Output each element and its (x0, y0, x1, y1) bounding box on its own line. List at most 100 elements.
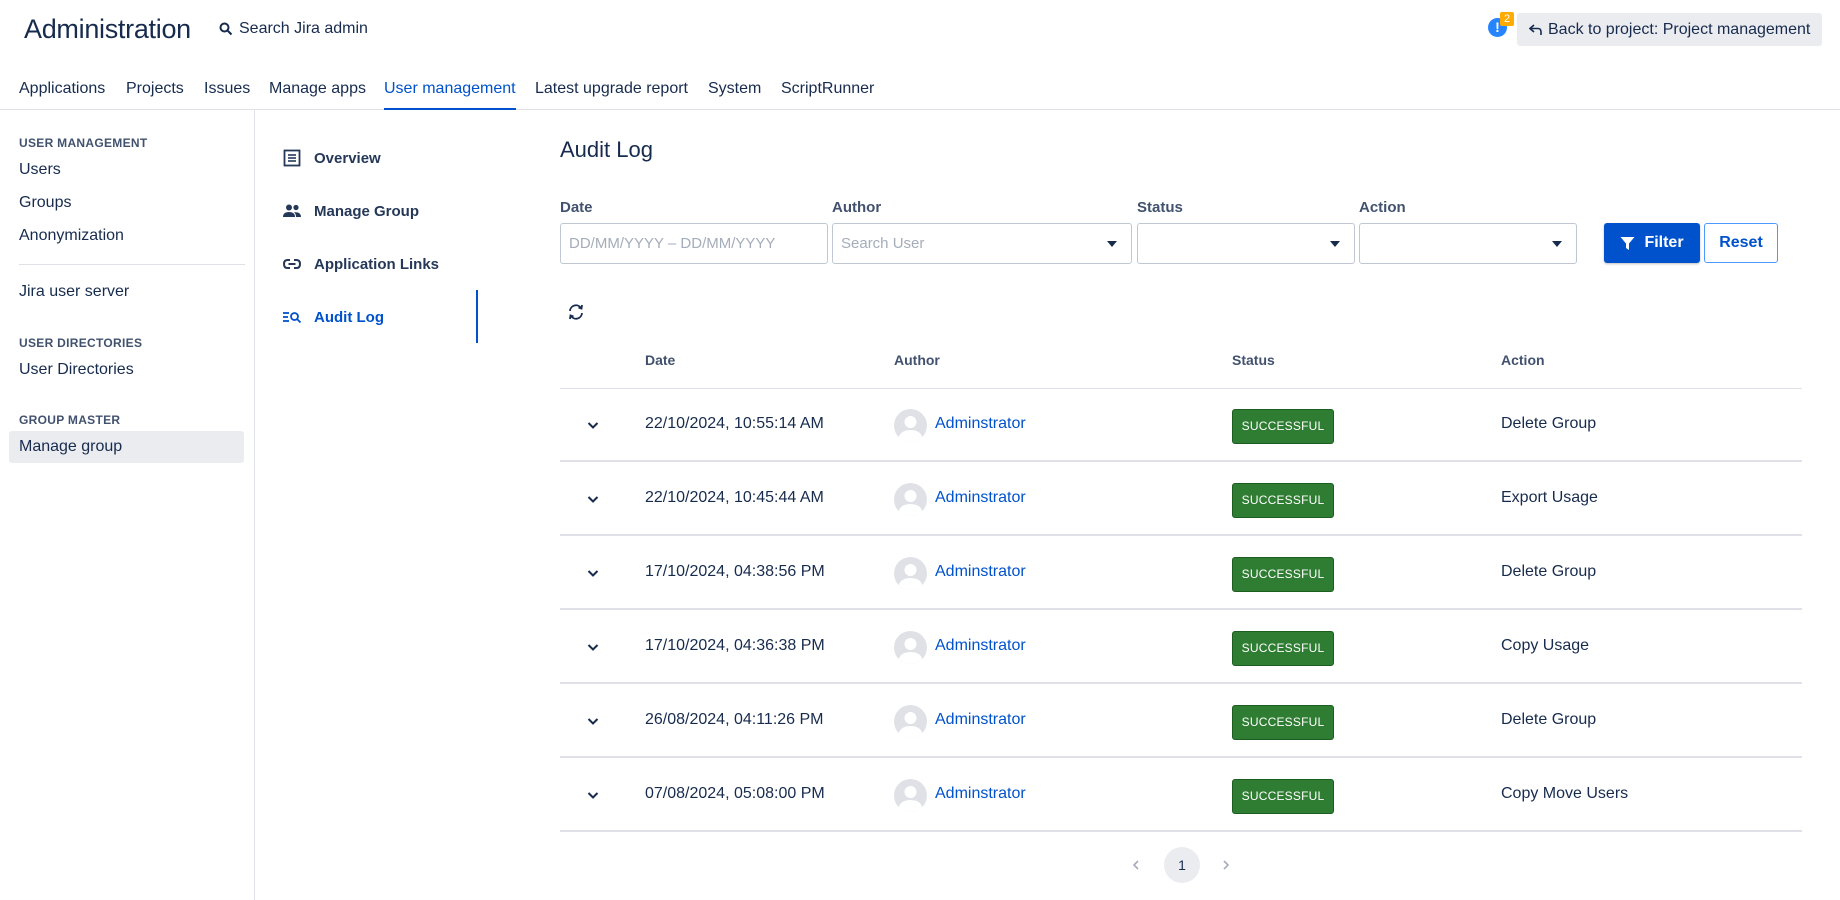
row-date: 26/08/2024, 04:11:26 PM (645, 711, 824, 728)
refresh-icon[interactable] (566, 302, 586, 322)
row-action: Export Usage (1501, 489, 1598, 506)
user-avatar-icon (898, 638, 923, 664)
list-icon (283, 149, 301, 167)
filter-button[interactable]: Filter (1604, 223, 1700, 263)
sidebar-item-anonymization[interactable]: Anonymization (9, 220, 244, 252)
subnav-active-indicator (476, 290, 478, 343)
row-author-link[interactable]: Adminstrator (935, 711, 1026, 729)
sidebar-heading-user-management: USER MANAGEMENT (19, 136, 148, 150)
date-filter-label: Date (560, 199, 593, 216)
subnav-overview-label: Overview (314, 149, 381, 167)
avatar (894, 631, 927, 664)
row-action: Delete Group (1501, 563, 1597, 580)
row-date: 17/10/2024, 04:38:56 PM (645, 563, 825, 580)
audit-log-title: Audit Log (560, 137, 653, 162)
author-select[interactable]: Search User (832, 223, 1132, 264)
row-author-link[interactable]: Adminstrator (935, 563, 1026, 581)
chevron-down-icon[interactable] (586, 492, 600, 506)
avatar (894, 779, 927, 812)
date-range-input[interactable]: DD/MM/YYYY – DD/MM/YYYY (560, 223, 828, 264)
table-row: 22/10/2024, 10:45:44 AM Adminstrator SUC… (560, 463, 1802, 536)
notification-button[interactable]: ! 2 (1488, 12, 1514, 38)
reset-button[interactable]: Reset (1704, 223, 1778, 263)
chevron-down-icon[interactable] (586, 418, 600, 432)
avatar (894, 409, 927, 442)
sidebar-item-jira-user-server[interactable]: Jira user server (9, 276, 244, 308)
chevron-down-icon[interactable] (586, 714, 600, 728)
status-badge: SUCCESSFUL (1232, 705, 1334, 740)
action-select[interactable] (1359, 223, 1577, 264)
user-avatar-icon (898, 416, 923, 442)
avatar (894, 557, 927, 590)
table-row: 07/08/2024, 05:08:00 PM Adminstrator SUC… (560, 759, 1802, 832)
status-select[interactable] (1137, 223, 1355, 264)
tab-manage-apps[interactable]: Manage apps (269, 80, 366, 108)
status-badge: SUCCESSFUL (1232, 779, 1334, 814)
column-header-date[interactable]: Date (645, 352, 675, 368)
top-header: Administration Search Jira admin ! 2 Bac… (0, 0, 1840, 60)
page-button-current[interactable]: 1 (1164, 847, 1200, 883)
row-author-link[interactable]: Adminstrator (935, 785, 1026, 803)
sidebar-item-manage-group[interactable]: Manage group (9, 431, 244, 463)
author-filter-label: Author (832, 199, 882, 216)
row-date: 07/08/2024, 05:08:00 PM (645, 785, 825, 802)
back-to-project-button[interactable]: Back to project: Project management (1517, 13, 1823, 46)
tab-projects[interactable]: Projects (126, 80, 184, 108)
user-avatar-icon (898, 564, 923, 590)
column-header-action[interactable]: Action (1501, 352, 1545, 368)
tab-latest-upgrade-report[interactable]: Latest upgrade report (535, 80, 688, 108)
search-list-icon (283, 312, 302, 324)
sidebar-item-users[interactable]: Users (9, 154, 244, 186)
table-row: 26/08/2024, 04:11:26 PM Adminstrator SUC… (560, 685, 1802, 758)
subnav-manage-group[interactable]: Manage Group (282, 196, 419, 226)
back-label: Back to project: Project management (1548, 20, 1811, 38)
filter-button-label: Filter (1644, 234, 1684, 251)
tab-scriptrunner[interactable]: ScriptRunner (781, 80, 874, 108)
chevron-down-icon[interactable] (586, 788, 600, 802)
search-icon (219, 22, 233, 36)
subnav-overview[interactable]: Overview (282, 143, 381, 173)
status-badge: SUCCESSFUL (1232, 409, 1334, 444)
tab-issues[interactable]: Issues (204, 80, 250, 108)
row-author-link[interactable]: Adminstrator (935, 637, 1026, 655)
sidebar-heading-group-master: GROUP MASTER (19, 413, 121, 427)
chevron-down-icon[interactable] (586, 566, 600, 580)
tab-applications[interactable]: Applications (19, 80, 105, 108)
row-date: 17/10/2024, 04:36:38 PM (645, 637, 825, 654)
subnav-audit-log[interactable]: Audit Log (282, 302, 384, 332)
chevron-down-icon[interactable] (586, 640, 600, 654)
author-placeholder: Search User (841, 235, 925, 252)
search-jira-admin[interactable]: Search Jira admin (219, 20, 368, 38)
sidebar-item-user-directories[interactable]: User Directories (9, 354, 244, 386)
avatar (894, 483, 927, 516)
page-title: Administration (24, 14, 191, 44)
row-author-link[interactable]: Adminstrator (935, 489, 1026, 507)
status-filter-label: Status (1137, 199, 1183, 216)
sidebar-divider (19, 264, 245, 265)
tab-system[interactable]: System (708, 80, 761, 108)
funnel-icon (1620, 236, 1635, 250)
sidebar-item-groups[interactable]: Groups (9, 187, 244, 219)
people-icon (283, 204, 301, 217)
table-row: 22/10/2024, 10:55:14 AM Adminstrator SUC… (560, 389, 1802, 462)
row-date: 22/10/2024, 10:45:44 AM (645, 489, 824, 506)
chevron-left-icon[interactable] (1130, 858, 1142, 872)
status-badge: SUCCESSFUL (1232, 557, 1334, 592)
row-action: Copy Move Users (1501, 785, 1629, 802)
caret-down-icon (1552, 241, 1562, 247)
column-header-status[interactable]: Status (1232, 352, 1275, 368)
subnav-application-links[interactable]: Application Links (282, 249, 439, 279)
column-header-author[interactable]: Author (894, 352, 940, 368)
status-badge: SUCCESSFUL (1232, 483, 1334, 518)
user-avatar-icon (898, 490, 923, 516)
notification-badge: 2 (1500, 12, 1514, 26)
row-author-link[interactable]: Adminstrator (935, 415, 1026, 433)
subnav-application-links-label: Application Links (314, 255, 440, 273)
link-icon (282, 259, 302, 269)
tab-user-management[interactable]: User management (384, 80, 516, 110)
chevron-right-icon[interactable] (1220, 858, 1232, 872)
date-range-placeholder: DD/MM/YYYY – DD/MM/YYYY (569, 235, 776, 252)
back-arrow-icon (1529, 23, 1542, 35)
caret-down-icon (1330, 241, 1340, 247)
action-filter-label: Action (1359, 199, 1406, 216)
